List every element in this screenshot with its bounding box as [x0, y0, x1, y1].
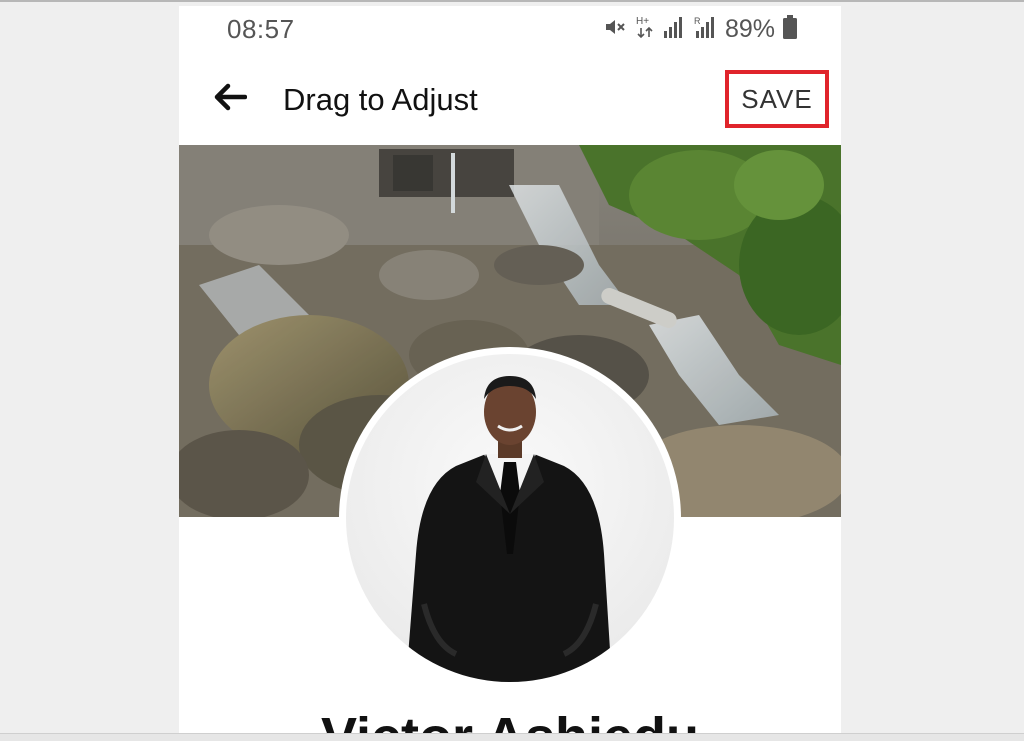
hplus-network-icon: H+ [635, 14, 655, 45]
status-time: 08:57 [227, 14, 295, 44]
back-button[interactable] [209, 78, 251, 120]
svg-text:R: R [694, 16, 701, 26]
battery-icon [783, 14, 797, 44]
signal-icon [663, 15, 685, 44]
app-bar: Drag to Adjust SAVE [179, 54, 841, 144]
screenshot-frame: 08:57 H+ R 89% Drag to Adjust SAVE Victo… [0, 0, 1024, 741]
status-icons: H+ R 89% [603, 14, 797, 44]
save-button[interactable]: SAVE [725, 70, 829, 128]
mute-icon [603, 15, 627, 44]
arrow-left-icon [213, 82, 248, 117]
battery-percent: 89% [724, 14, 775, 43]
phone-screen: 08:57 H+ R 89% Drag to Adjust SAVE Victo… [179, 6, 841, 741]
profile-photo-frame [339, 347, 681, 689]
page-title: Drag to Adjust [283, 82, 478, 117]
roaming-signal-icon: R [693, 15, 717, 44]
horizontal-scrollbar[interactable] [0, 733, 1024, 741]
profile-photo[interactable] [346, 354, 674, 682]
status-bar: 08:57 H+ R 89% [179, 6, 841, 54]
svg-text:H+: H+ [636, 16, 649, 27]
